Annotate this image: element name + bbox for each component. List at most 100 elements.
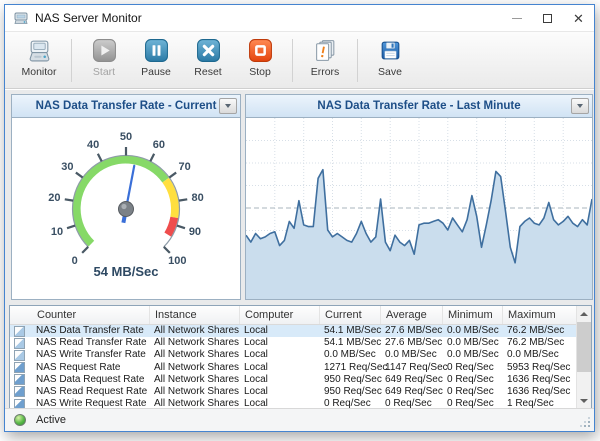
table-header-average[interactable]: Average [381, 306, 443, 324]
table-cell: 0.0 MB/Sec [385, 349, 437, 361]
maximize-button[interactable] [532, 5, 563, 31]
resize-grip-icon[interactable] [588, 425, 590, 427]
table-cell: 54.1 MB/Sec [324, 325, 382, 336]
toolbar-label: Reset [194, 66, 222, 78]
toolbar-separator [292, 39, 293, 82]
content-area: NAS Data Transfer Rate - Current 0 10 20 30… [5, 90, 594, 409]
gauge-tick [66, 224, 76, 230]
toolbar-button-save[interactable]: Save [364, 37, 416, 78]
request-rate-icon [14, 374, 25, 386]
toolbar-label: Monitor [21, 66, 57, 78]
minimize-button[interactable] [501, 5, 532, 31]
vertical-scrollbar[interactable] [576, 306, 591, 408]
toolbar-label: Save [378, 66, 402, 78]
table-cell: 27.6 MB/Sec [385, 325, 443, 336]
nas-device-icon [14, 12, 28, 24]
table-row[interactable]: NAS Request Rate All Network Shares Local 1… [10, 362, 591, 374]
table-header-computer[interactable]: Computer [240, 306, 320, 324]
table-cell: All Network Shares [154, 349, 240, 361]
gauge-tick [64, 198, 74, 202]
chart-panel-dropdown-button[interactable] [571, 98, 589, 114]
toolbar-button-pause[interactable]: Pause [130, 37, 182, 78]
scroll-up-button[interactable] [577, 306, 591, 321]
table-row[interactable]: NAS Data Transfer Rate All Network Shares… [10, 325, 591, 338]
table-cell: 1147 Req/Sec [385, 361, 448, 373]
titlebar: NAS Server Monitor ✕ [5, 5, 594, 31]
gauge-tick-label: 80 [191, 192, 203, 204]
toolbar-button-errors[interactable]: Errors [299, 37, 351, 78]
app-window: NAS Server Monitor ✕ Monitor Start Pause… [4, 4, 595, 432]
nas-monitor-icon [29, 40, 49, 62]
table-cell: NAS Request Rate [36, 361, 121, 373]
table-cell: All Network Shares [154, 361, 240, 373]
transfer-rate-icon [14, 337, 25, 349]
reset-icon [196, 39, 220, 62]
maximize-icon [543, 13, 552, 23]
chart-panel-body [246, 118, 592, 299]
table-cell: 950 Req/Sec [324, 385, 382, 397]
gauge-tick [75, 171, 84, 179]
table-cell: NAS Data Transfer Rate [36, 325, 144, 336]
table-row[interactable]: NAS Data Request Rate All Network Shares L… [10, 374, 591, 386]
table-cell: All Network Shares [154, 337, 240, 349]
gauge-value-label: 54 MB/Sec [93, 264, 159, 279]
gauge-hub-highlight [121, 203, 127, 210]
table-row[interactable]: NAS Read Request Rate All Network Shares L… [10, 386, 591, 398]
toolbar-button-start: Start [78, 37, 130, 78]
gauge-tick-label: 70 [179, 161, 191, 173]
save-floppy-icon [381, 41, 399, 60]
gauge-tick [96, 153, 103, 162]
chart-area [246, 169, 592, 299]
gauge-tick-label: 10 [51, 226, 63, 238]
table-header-current[interactable]: Current [320, 306, 381, 324]
toolbar-button-stop[interactable]: Stop [234, 37, 286, 78]
scrollbar-thumb[interactable] [577, 322, 591, 372]
table-cell: 27.6 MB/Sec [385, 337, 443, 349]
table-header: Counter Instance Computer Current Averag… [10, 306, 591, 325]
gauge-panel-header: NAS Data Transfer Rate - Current [12, 95, 240, 118]
start-play-icon [92, 39, 116, 62]
status-text: Active [36, 414, 66, 426]
table-cell: Local [244, 361, 268, 373]
table-header-counter[interactable]: Counter [32, 306, 150, 324]
close-button[interactable]: ✕ [563, 5, 594, 31]
table-cell: Local [244, 373, 268, 385]
gauge-tick-label: 40 [87, 139, 99, 151]
request-rate-icon [14, 386, 25, 398]
gauge-tick [149, 153, 156, 162]
table-cell: 0.0 MB/Sec [447, 337, 499, 349]
table-cell: Local [244, 325, 268, 336]
table-cell: All Network Shares [154, 325, 240, 336]
table-cell: 0 Req/Sec [447, 361, 494, 373]
table-cell: Local [244, 337, 268, 349]
toolbar-button-monitor[interactable]: Monitor [13, 37, 65, 78]
table-cell: 1271 Req/Sec [324, 361, 388, 373]
gauge-panel: NAS Data Transfer Rate - Current 0 10 20 30… [11, 94, 241, 300]
minimize-icon [511, 17, 522, 19]
table-cell: 0 Req/Sec [447, 385, 494, 397]
toolbar-button-reset[interactable]: Reset [182, 37, 234, 78]
toolbar-separator [71, 39, 72, 82]
scroll-down-button[interactable] [577, 393, 591, 408]
table-cell: 649 Req/Sec [385, 373, 443, 385]
gauge-tick [176, 224, 186, 230]
gauge-zone [162, 177, 179, 219]
gauge-tick [163, 246, 171, 254]
gauge-tick [81, 246, 89, 254]
table-row[interactable]: NAS Write Transfer Rate All Network Share… [10, 349, 591, 361]
toolbar-label: Start [92, 66, 116, 78]
table-header-minimum[interactable]: Minimum [443, 306, 503, 324]
table-header-instance[interactable]: Instance [150, 306, 240, 324]
pause-icon [144, 39, 168, 62]
table-row[interactable]: NAS Read Transfer Rate All Network Shares… [10, 337, 591, 349]
table-cell: 0.0 MB/Sec [324, 349, 376, 361]
window-controls: ✕ [501, 5, 594, 31]
table-cell: 950 Req/Sec [324, 373, 382, 385]
toolbar-label: Pause [141, 66, 171, 78]
chevron-down-icon [225, 104, 231, 108]
area-chart-svg [246, 118, 592, 299]
gauge-zone [72, 155, 169, 247]
table-cell: All Network Shares [154, 373, 240, 385]
toolbar-label: Errors [310, 66, 340, 78]
gauge-panel-dropdown-button[interactable] [219, 98, 237, 114]
